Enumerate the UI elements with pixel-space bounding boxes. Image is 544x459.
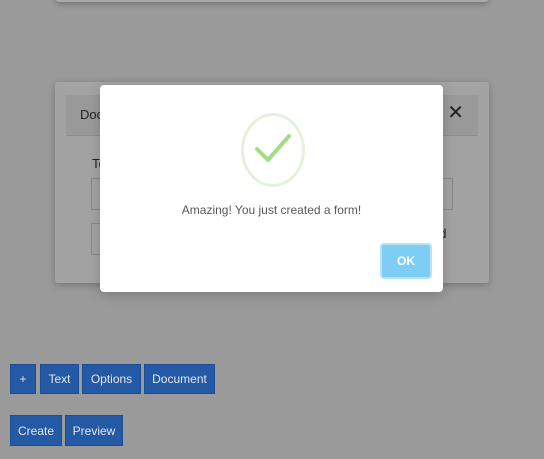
alert-message: Amazing! You just created a form! — [181, 203, 362, 217]
create-button[interactable]: Create — [10, 415, 62, 446]
close-icon[interactable]: ✕ — [447, 103, 464, 123]
check-icon — [241, 113, 305, 187]
preview-button[interactable]: Preview — [65, 415, 123, 446]
options-button[interactable]: Options — [82, 364, 141, 394]
document-button[interactable]: Document — [144, 364, 215, 394]
ok-button[interactable]: OK — [380, 243, 432, 279]
background-panel-top — [55, 0, 489, 2]
success-alert: Amazing! You just created a form! OK — [100, 85, 443, 292]
text-button[interactable]: Text — [40, 364, 79, 394]
add-button[interactable]: + — [10, 364, 36, 394]
